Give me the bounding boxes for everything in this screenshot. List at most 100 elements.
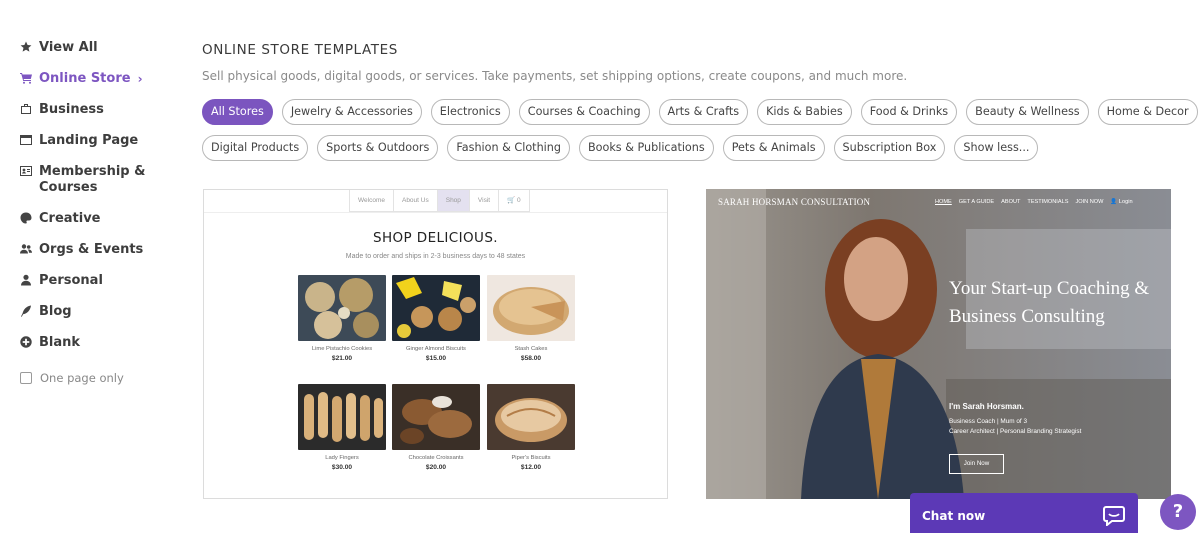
product-card: Piper's Biscuits $12.00 [487, 384, 575, 471]
sidebar-item-label: Creative [39, 211, 101, 226]
preview-desc-line: Business Coach | Mum of 3 [949, 418, 1028, 425]
sidebar-item-personal[interactable]: Personal [20, 273, 180, 304]
chip-home-decor[interactable]: Home & Decor [1097, 99, 1198, 125]
preview-nav-item: JOIN NOW [1075, 199, 1104, 205]
preview-nav-item: ABOUT [1001, 199, 1021, 205]
category-sidebar: View All Online Store › Business Landing… [20, 40, 180, 385]
product-card: Lime Pistachio Cookies $21.00 [298, 275, 386, 362]
sidebar-item-online-store[interactable]: Online Store › [20, 71, 180, 102]
preview-nav-item: Welcome [350, 190, 394, 212]
template-card-shop-delicious[interactable]: Welcome About Us Shop Visit 🛒 0 SHOP DEL… [203, 189, 668, 499]
window-icon [20, 134, 39, 146]
sidebar-item-label: Blank [39, 335, 81, 350]
preview-title: SHOP DELICIOUS. [373, 230, 498, 246]
checkbox-box[interactable] [20, 372, 32, 384]
feather-icon [20, 305, 39, 317]
product-name: Ginger Almond Biscuits [406, 346, 466, 352]
page-title: ONLINE STORE TEMPLATES [202, 42, 398, 58]
preview-nav-item: Visit [469, 190, 500, 212]
preview-nav-item: HOME [935, 199, 952, 205]
briefcase-icon [20, 103, 39, 115]
sidebar-item-blog[interactable]: Blog [20, 304, 180, 335]
product-card: Stash Cakes $58.00 [487, 275, 575, 362]
plus-circle-icon [20, 336, 39, 348]
cart-icon [20, 72, 39, 84]
product-image-cookies [298, 275, 386, 341]
sidebar-item-creative[interactable]: Creative [20, 211, 180, 242]
preview-nav-divider [204, 212, 667, 213]
chip-fashion-clothing[interactable]: Fashion & Clothing [447, 135, 570, 161]
product-card: Lady Fingers $30.00 [298, 384, 386, 471]
preview-desc-line: Career Architect | Personal Branding Str… [949, 428, 1082, 435]
chip-electronics[interactable]: Electronics [430, 99, 510, 125]
chip-arts-crafts[interactable]: Arts & Crafts [658, 99, 749, 125]
chip-food-drinks[interactable]: Food & Drinks [860, 99, 958, 125]
preview-join-now-button: Join Now [949, 454, 1004, 474]
page-subtitle: Sell physical goods, digital goods, or s… [202, 69, 908, 83]
chip-row-2: Digital Products Sports & Outdoors Fashi… [202, 135, 1182, 161]
chip-row-1: All Stores Jewelry & Accessories Electro… [202, 99, 1198, 125]
product-name: Chocolate Croissants [408, 455, 464, 461]
sidebar-item-label: Membership & Courses [39, 164, 146, 195]
preview-intro-name: I'm Sarah Horsman. [949, 402, 1024, 411]
sidebar-item-label: View All [39, 40, 98, 55]
preview-nav: Welcome About Us Shop Visit 🛒 0 [349, 190, 530, 212]
product-image-biscuits [392, 275, 480, 341]
sidebar-item-membership-courses[interactable]: Membership & Courses [20, 164, 180, 211]
chip-sports-outdoors[interactable]: Sports & Outdoors [317, 135, 439, 161]
chat-bubble-icon [1103, 506, 1125, 526]
product-image-croissants [392, 384, 480, 450]
preview-subtitle: Made to order and ships in 2-3 business … [345, 253, 526, 260]
chip-show-less[interactable]: Show less... [954, 135, 1039, 161]
preview-hero-heading: Your Start-up Coaching & Business Consul… [949, 278, 1150, 327]
star-icon [20, 41, 39, 53]
sidebar-item-label: Landing Page [39, 133, 139, 148]
id-card-icon [20, 165, 39, 177]
sidebar-item-landing-page[interactable]: Landing Page [20, 133, 180, 164]
sidebar-item-view-all[interactable]: View All [20, 40, 180, 71]
chip-kids-babies[interactable]: Kids & Babies [757, 99, 852, 125]
product-price: $20.00 [425, 464, 447, 471]
palette-icon [20, 212, 39, 224]
product-image-bread [487, 384, 575, 450]
preview-brand: SARAH HORSMAN CONSULTATION [718, 197, 871, 207]
help-button[interactable]: ? [1160, 494, 1196, 530]
preview-nav-item: TESTIMONIALS [1027, 199, 1069, 205]
sidebar-item-label: Business [39, 102, 104, 117]
chip-all-stores[interactable]: All Stores [202, 99, 273, 125]
sidebar-item-label: Personal [39, 273, 103, 288]
product-name: Lady Fingers [325, 455, 359, 461]
chip-pets-animals[interactable]: Pets & Animals [722, 135, 825, 161]
product-card: Ginger Almond Biscuits $15.00 [392, 275, 480, 362]
product-price: $12.00 [520, 464, 542, 471]
product-name: Piper's Biscuits [511, 455, 551, 461]
category-filter-chips: All Stores Jewelry & Accessories Electro… [202, 99, 1198, 171]
chevron-right-icon: › [137, 72, 143, 86]
product-name: Lime Pistachio Cookies [311, 346, 373, 352]
chip-jewelry-accessories[interactable]: Jewelry & Accessories [281, 99, 422, 125]
preview-nav: HOME GET A GUIDE ABOUT TESTIMONIALS JOIN… [935, 199, 1133, 205]
chip-digital-products[interactable]: Digital Products [202, 135, 309, 161]
product-image-cake [487, 275, 575, 341]
user-icon [20, 274, 39, 286]
chip-courses-coaching[interactable]: Courses & Coaching [518, 99, 650, 125]
product-price: $15.00 [425, 355, 447, 362]
preview-nav-item: GET A GUIDE [958, 199, 995, 205]
product-image-lady-fingers [298, 384, 386, 450]
sidebar-item-label: Blog [39, 304, 72, 319]
chat-now-widget[interactable]: Chat now [910, 493, 1138, 533]
sidebar-item-label: Orgs & Events [39, 242, 144, 257]
template-card-consultation[interactable]: SARAH HORSMAN CONSULTATION HOME GET A GU… [706, 189, 1171, 499]
sidebar-item-blank[interactable]: Blank [20, 335, 180, 366]
preview-intro-description: Business Coach | Mum of 3 Career Archite… [949, 417, 1149, 437]
chat-now-label: Chat now [922, 509, 986, 523]
chip-subscription-box[interactable]: Subscription Box [833, 135, 946, 161]
product-card: Chocolate Croissants $20.00 [392, 384, 480, 471]
sidebar-item-label: Online Store [39, 71, 131, 86]
chip-beauty-wellness[interactable]: Beauty & Wellness [966, 99, 1089, 125]
chip-books-publications[interactable]: Books & Publications [578, 135, 714, 161]
sidebar-item-orgs-events[interactable]: Orgs & Events [20, 242, 180, 273]
sidebar-item-business[interactable]: Business [20, 102, 180, 133]
one-page-only-checkbox[interactable]: One page only [20, 371, 180, 385]
product-price: $30.00 [331, 464, 353, 471]
